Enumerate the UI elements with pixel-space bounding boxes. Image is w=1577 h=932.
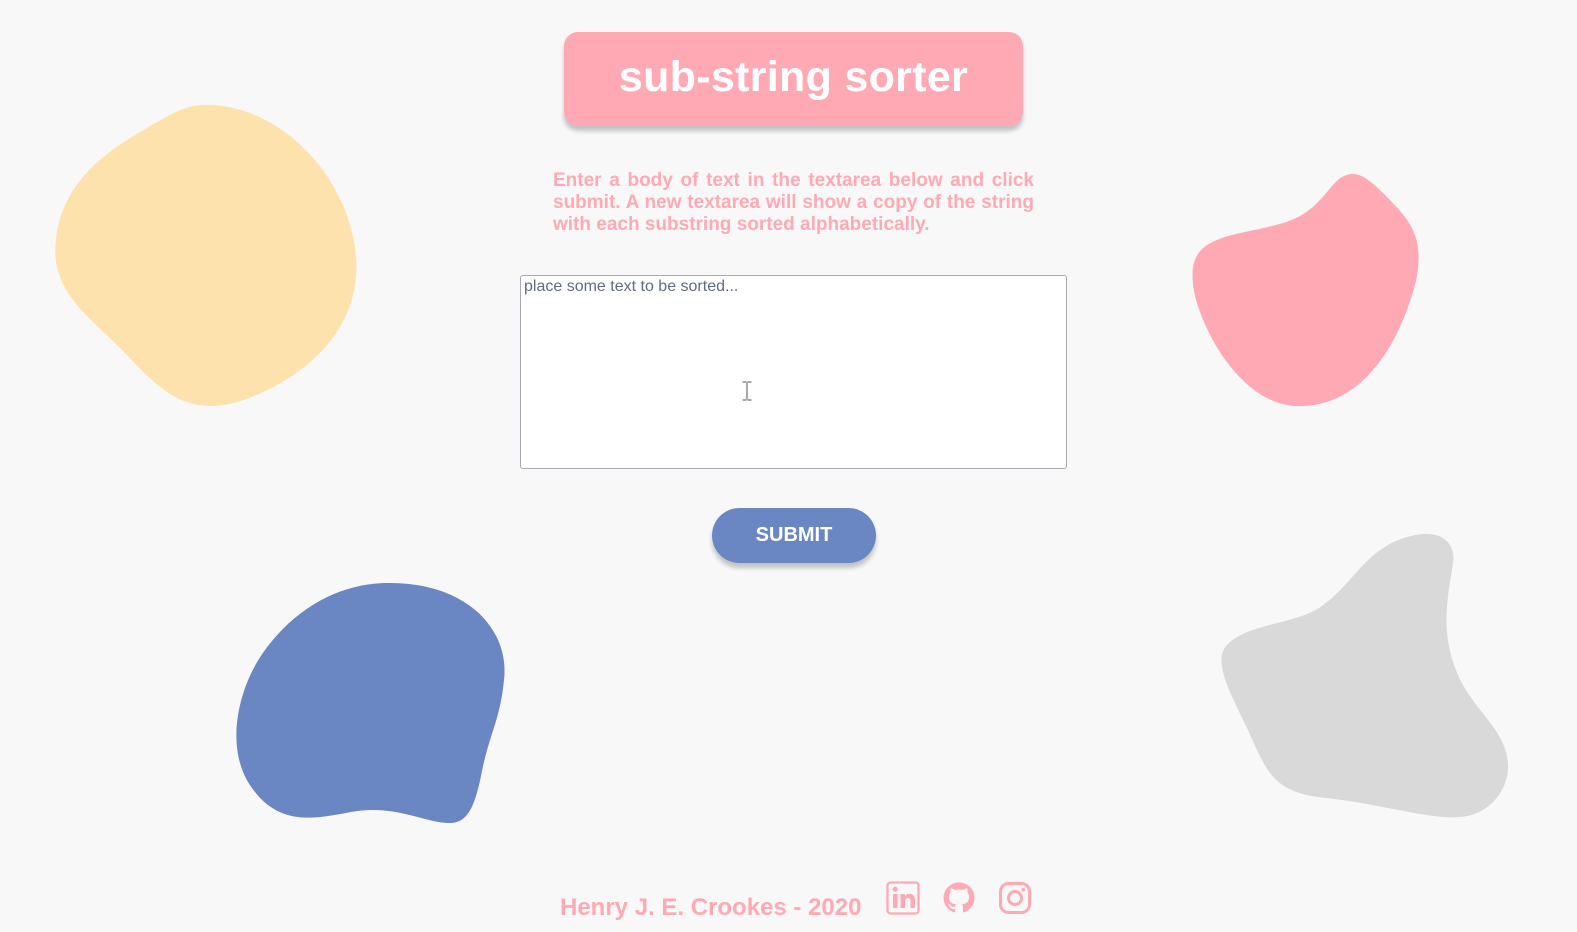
footer-credit: Henry J. E. Crookes - 2020 (560, 894, 862, 921)
footer: Henry J. E. Crookes - 2020 (560, 880, 1032, 930)
page-title: sub-string sorter (618, 53, 969, 101)
gray-blob-decoration (1221, 533, 1509, 818)
pink-blob-decoration (1192, 174, 1419, 407)
instagram-icon[interactable] (998, 881, 1032, 915)
yellow-blob-decoration (55, 104, 357, 406)
blue-blob-decoration (236, 582, 505, 824)
title-banner: sub-string sorter (564, 32, 1023, 126)
text-input[interactable] (520, 275, 1067, 469)
linkedin-icon[interactable] (886, 881, 921, 915)
instructions-text: Enter a body of text in the textarea bel… (553, 170, 1034, 235)
github-icon[interactable] (942, 881, 976, 915)
submit-button[interactable]: SUBMIT (712, 508, 876, 563)
text-cursor-icon (742, 381, 752, 401)
page: sub-string sorter Enter a body of text i… (0, 0, 1577, 932)
